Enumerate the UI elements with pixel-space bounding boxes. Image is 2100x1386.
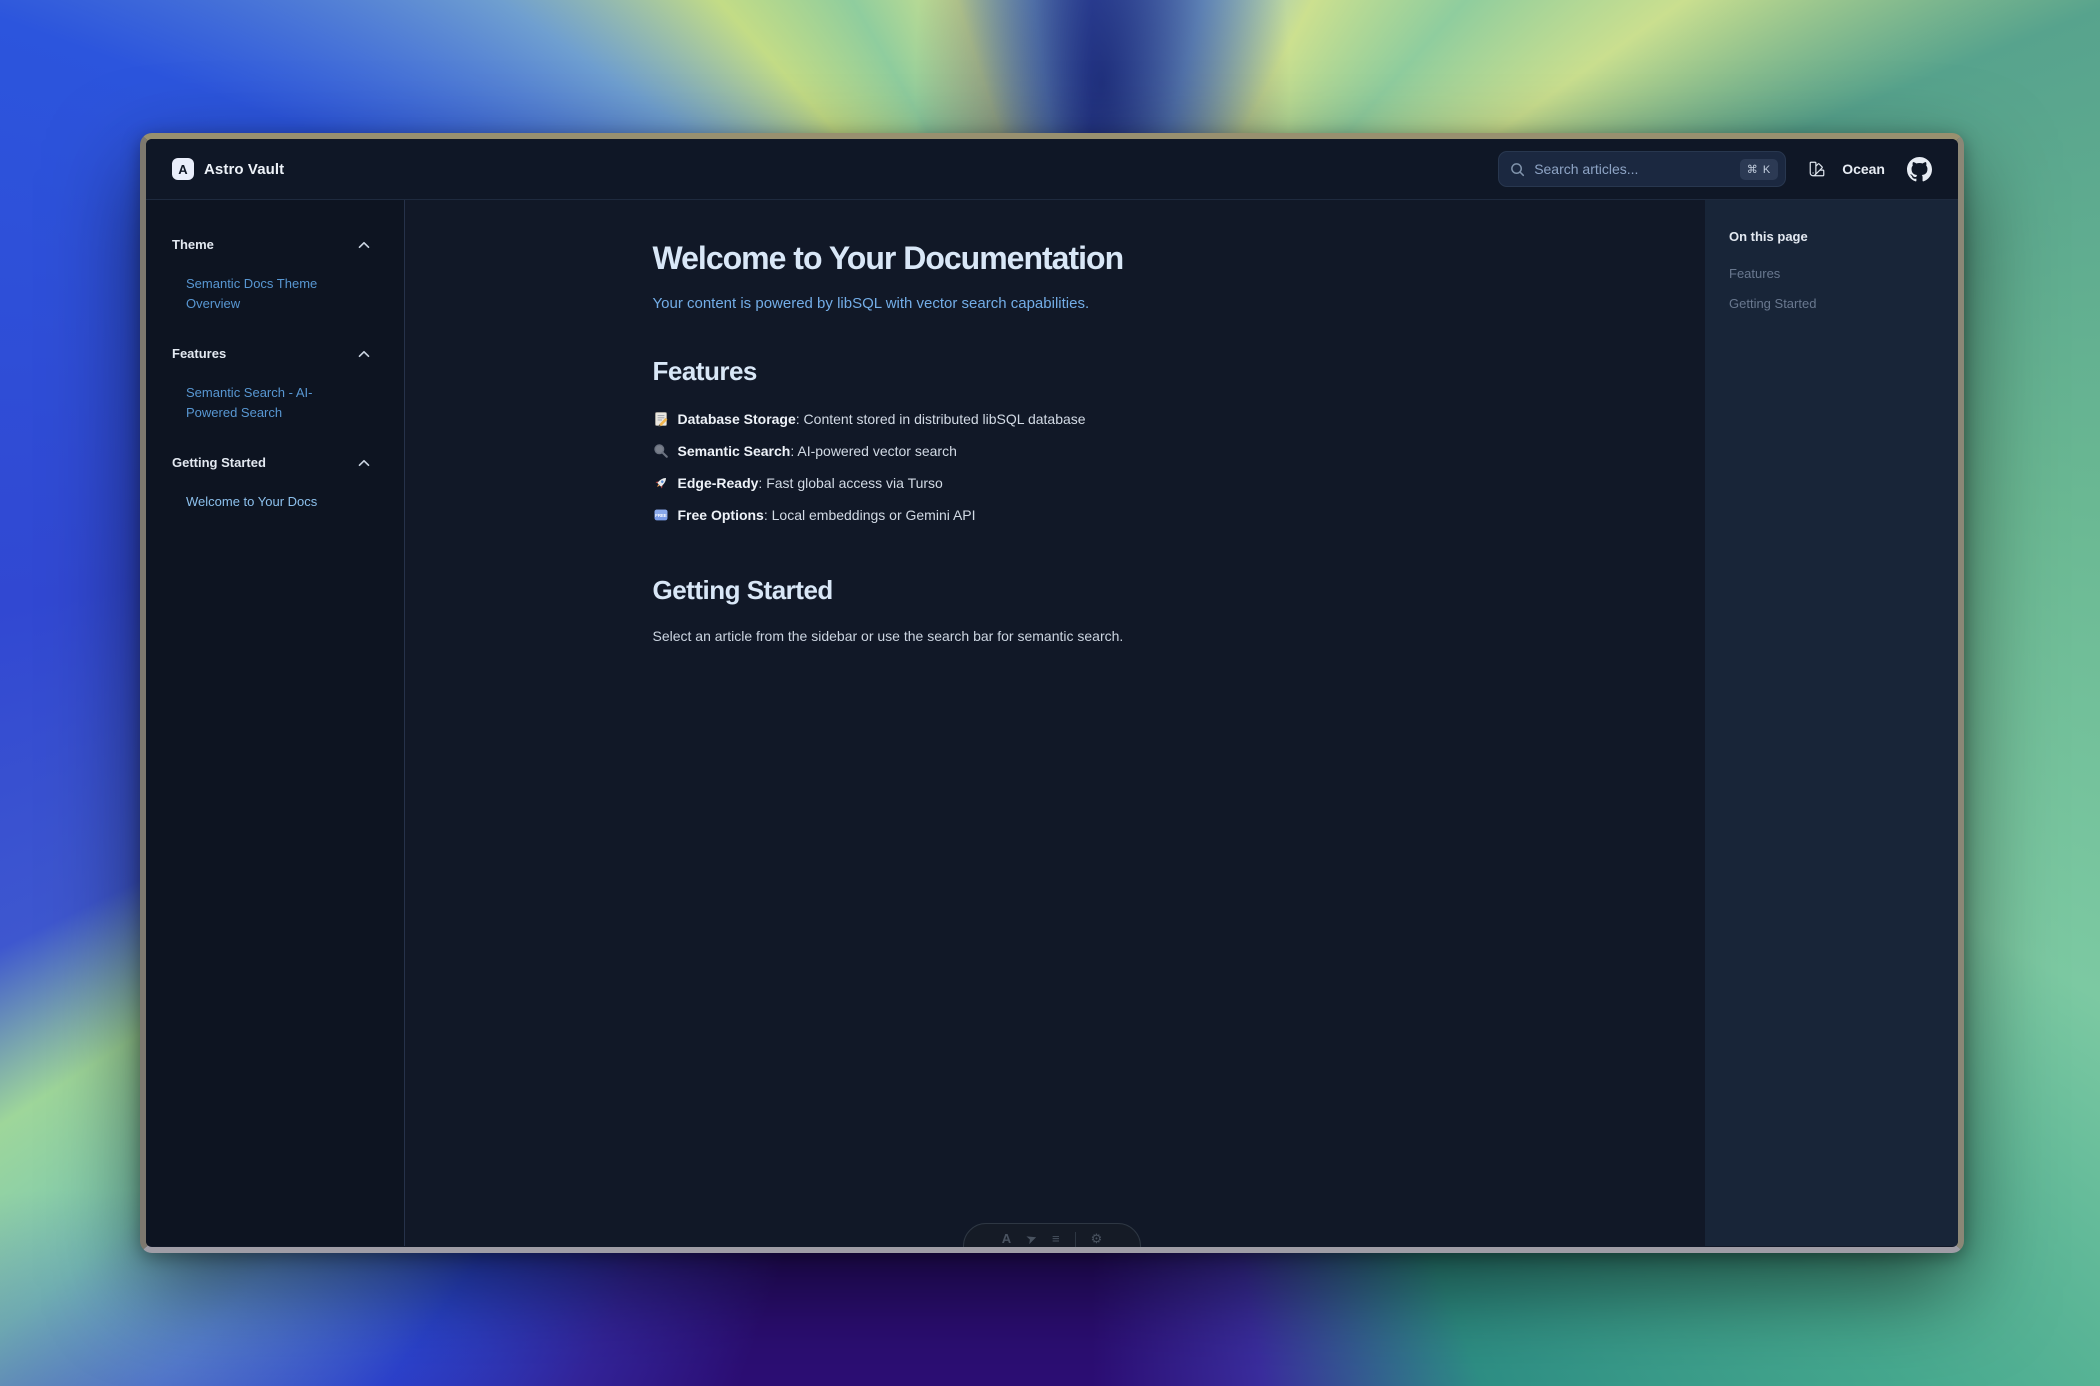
page-title: Welcome to Your Documentation	[653, 240, 1458, 277]
section-toggle-theme[interactable]: Theme	[172, 237, 378, 252]
github-link[interactable]	[1907, 157, 1932, 182]
magnifier-icon	[653, 443, 669, 459]
astro-logo-icon[interactable]: A	[1002, 1232, 1011, 1245]
audit-icon[interactable]: ≡	[1052, 1232, 1060, 1245]
github-icon	[1907, 157, 1932, 182]
free-icon: FREE	[653, 507, 669, 523]
window-body: Theme Semantic Docs Theme Overview Featu…	[146, 200, 1958, 1246]
on-this-page-panel: On this page Features Getting Started	[1705, 200, 1958, 1246]
feature-item: Database Storage: Content stored in dist…	[653, 403, 1458, 435]
getting-started-heading: Getting Started	[653, 575, 1458, 606]
search-box[interactable]: ⌘ K	[1498, 151, 1786, 187]
sidebar-item-semantic-docs-theme-overview[interactable]: Semantic Docs Theme Overview	[186, 274, 358, 314]
chevron-up-icon	[358, 459, 370, 467]
features-list: Database Storage: Content stored in dist…	[653, 403, 1458, 531]
section-label: Getting Started	[172, 455, 266, 470]
getting-started-paragraph: Select an article from the sidebar or us…	[653, 628, 1458, 644]
feature-item: Semantic Search: AI-powered vector searc…	[653, 435, 1458, 467]
inspect-icon[interactable]: ➤	[1024, 1231, 1039, 1247]
feature-item: Edge-Ready: Fast global access via Turso	[653, 467, 1458, 499]
settings-icon[interactable]: ⚙	[1091, 1232, 1103, 1245]
swatch-icon	[1808, 160, 1826, 178]
section-toggle-features[interactable]: Features	[172, 346, 378, 361]
dev-toolbar: A ➤ ≡ ⚙	[963, 1223, 1141, 1253]
search-shortcut-badge: ⌘ K	[1740, 159, 1778, 180]
section-toggle-getting-started[interactable]: Getting Started	[172, 455, 378, 470]
search-icon	[1510, 162, 1525, 177]
app-header: A Astro Vault ⌘ K	[146, 139, 1958, 200]
toc-link-getting-started[interactable]: Getting Started	[1729, 296, 1934, 311]
sidebar-section-theme: Theme Semantic Docs Theme Overview	[172, 237, 378, 314]
section-label: Theme	[172, 237, 214, 252]
toolbar-divider	[1075, 1232, 1076, 1247]
article: Welcome to Your Documentation Your conte…	[633, 200, 1478, 644]
sidebar-section-getting-started: Getting Started Welcome to Your Docs	[172, 455, 378, 512]
theme-label: Ocean	[1842, 161, 1885, 177]
sidebar-nav: Theme Semantic Docs Theme Overview Featu…	[146, 200, 405, 1246]
sidebar-item-semantic-search[interactable]: Semantic Search - AI-Powered Search	[186, 383, 358, 423]
astro-vault-logo: A	[172, 158, 194, 180]
theme-selector-button[interactable]: Ocean	[1808, 160, 1885, 178]
svg-text:FREE: FREE	[655, 513, 667, 518]
browser-window: A Astro Vault ⌘ K	[140, 133, 1964, 1253]
brand-home-link[interactable]: A Astro Vault	[172, 158, 284, 180]
brand-name: Astro Vault	[204, 161, 284, 178]
sidebar-item-welcome-to-your-docs[interactable]: Welcome to Your Docs	[186, 492, 358, 512]
chevron-up-icon	[358, 241, 370, 249]
lede-text: Your content is powered by libSQL with v…	[653, 295, 1458, 312]
sidebar-section-features: Features Semantic Search - AI-Powered Se…	[172, 346, 378, 423]
features-heading: Features	[653, 356, 1458, 387]
section-label: Features	[172, 346, 226, 361]
rocket-icon	[653, 475, 669, 491]
chevron-up-icon	[358, 350, 370, 358]
feature-item: FREE Free Options: Local embeddings or G…	[653, 499, 1458, 531]
main-content: Welcome to Your Documentation Your conte…	[405, 200, 1705, 1246]
toc-title: On this page	[1729, 229, 1934, 244]
header-actions: ⌘ K Ocean	[1498, 151, 1932, 187]
memo-icon	[653, 411, 669, 427]
toc-link-features[interactable]: Features	[1729, 266, 1934, 281]
search-input[interactable]	[1534, 161, 1731, 177]
